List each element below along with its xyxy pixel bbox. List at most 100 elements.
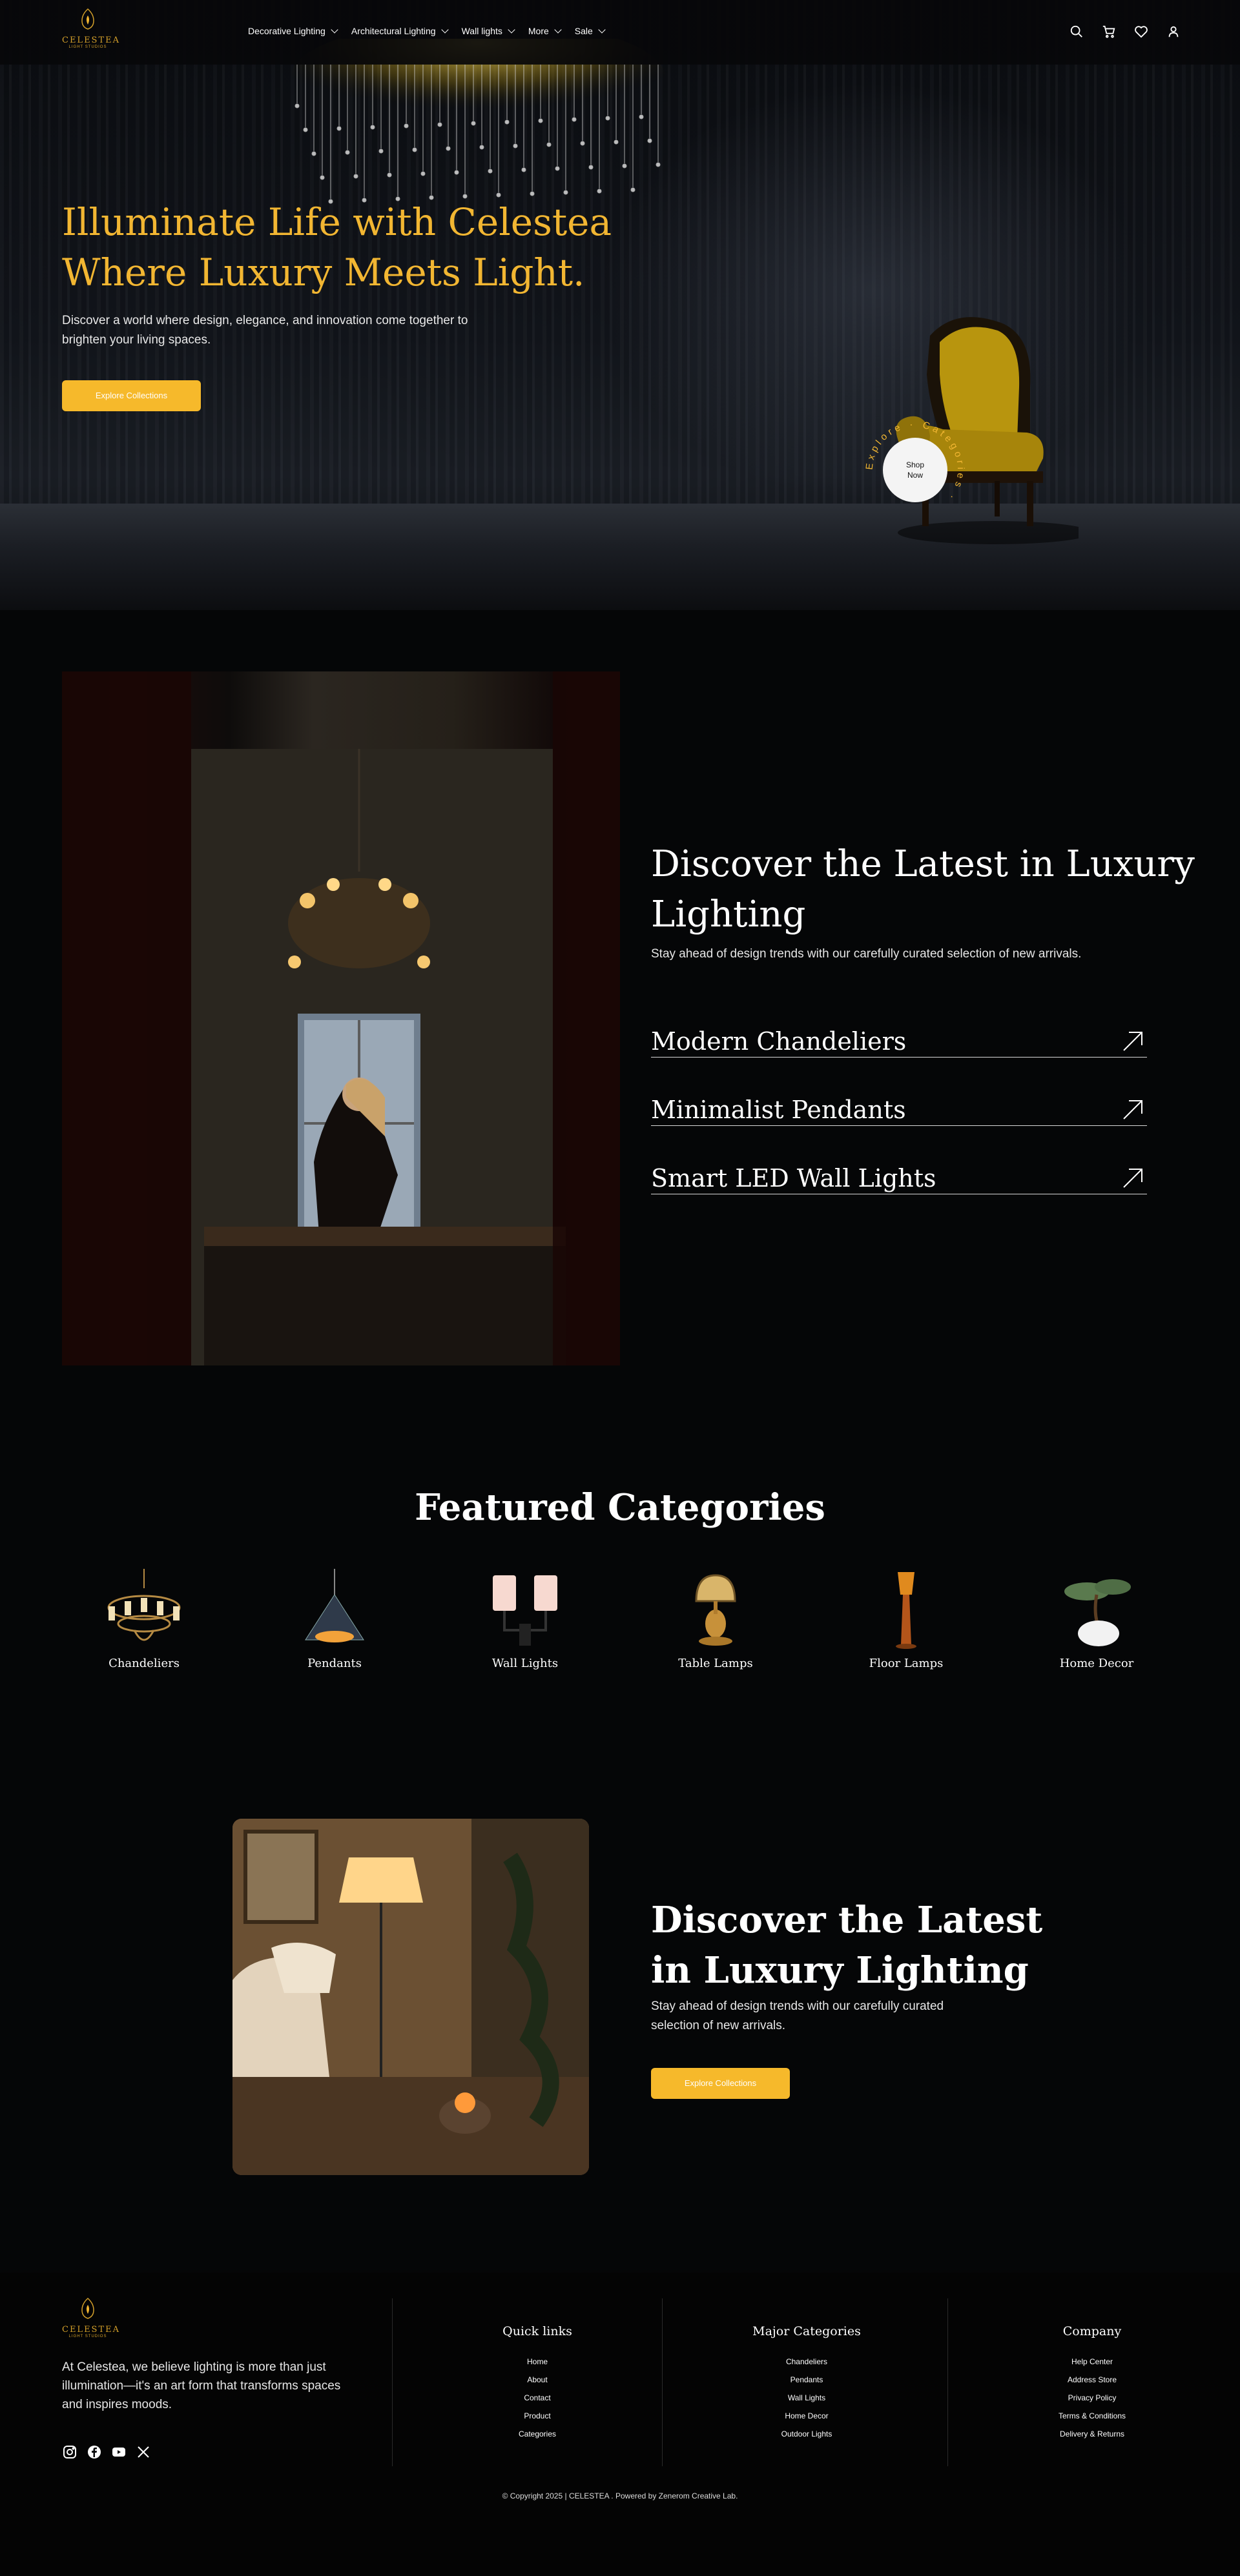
chevron-down-icon bbox=[331, 26, 338, 34]
x-icon[interactable] bbox=[136, 2444, 151, 2460]
nav-label: More bbox=[528, 26, 549, 36]
wall-sconce-icon bbox=[493, 1575, 557, 1646]
footer-major-categories: Major Categories Chandeliers Pendants Wa… bbox=[710, 2324, 904, 2443]
discover-subtitle: Stay ahead of design trends with our car… bbox=[651, 947, 1082, 961]
category-label: Floor Lamps bbox=[869, 1657, 944, 1670]
hero-title-line-1: Illuminate Life with Celestea bbox=[62, 200, 612, 244]
footer-link-pendants[interactable]: Pendants bbox=[710, 2371, 904, 2389]
discover2-title-line-2: in Luxury Lighting bbox=[651, 1949, 1029, 1992]
nav-label: Sale bbox=[574, 26, 593, 36]
hero-title: Illuminate Life with Celestea Where Luxu… bbox=[62, 197, 612, 298]
bulb-logo-icon bbox=[81, 2297, 94, 2319]
footer-divider bbox=[662, 2298, 663, 2466]
category-floor-lamps[interactable]: Floor Lamps bbox=[848, 1569, 964, 1670]
footer-brand-tagline: LIGHT STUDIOS bbox=[68, 2335, 107, 2338]
header-actions bbox=[1070, 25, 1181, 39]
nav-label: Decorative Lighting bbox=[248, 26, 326, 36]
chevron-down-icon bbox=[554, 26, 562, 34]
nav-more[interactable]: More bbox=[528, 26, 562, 36]
shop-now-label-1: Shop bbox=[905, 460, 925, 469]
link-label: Smart LED Wall Lights bbox=[651, 1164, 936, 1192]
nav-decorative-lighting[interactable]: Decorative Lighting bbox=[248, 26, 338, 36]
copyright-text: © Copyright 2025 | CELESTEA . Powered by… bbox=[502, 2491, 738, 2500]
footer-column-title: Company bbox=[1062, 2324, 1122, 2338]
footer-link-help-center[interactable]: Help Center bbox=[995, 2353, 1189, 2371]
nav-architectural-lighting[interactable]: Architectural Lighting bbox=[351, 26, 449, 36]
footer-link-terms[interactable]: Terms & Conditions bbox=[995, 2407, 1189, 2425]
category-wall-lights[interactable]: Wall Lights bbox=[467, 1569, 583, 1670]
category-chandeliers[interactable]: Chandeliers bbox=[86, 1569, 202, 1670]
discover-title-line-1: Discover the Latest in Luxury bbox=[651, 843, 1195, 885]
footer-link-wall-lights[interactable]: Wall Lights bbox=[710, 2389, 904, 2407]
facebook-icon[interactable] bbox=[87, 2444, 102, 2460]
brand-logo[interactable]: CELESTEA LIGHT STUDIOS bbox=[62, 8, 121, 57]
bonsai-decor-icon bbox=[1064, 1579, 1131, 1646]
woman-chandelier-room-image bbox=[62, 671, 620, 1365]
category-label: Pendants bbox=[307, 1657, 362, 1670]
category-pendants[interactable]: Pendants bbox=[276, 1569, 393, 1670]
discover2-title-line-1: Discover the Latest bbox=[651, 1899, 1043, 1941]
footer-link-categories[interactable]: Categories bbox=[440, 2425, 634, 2443]
hero-section: Illuminate Life with Celestea Where Luxu… bbox=[0, 0, 1240, 610]
footer-divider bbox=[947, 2298, 948, 2466]
youtube-icon[interactable] bbox=[111, 2444, 127, 2460]
footer-column-title: Quick links bbox=[502, 2324, 572, 2338]
arrow-up-right-icon bbox=[1123, 1169, 1142, 1188]
link-minimalist-pendants[interactable]: Minimalist Pendants bbox=[651, 1095, 1147, 1126]
bulb-logo-icon bbox=[81, 8, 94, 30]
footer-link-contact[interactable]: Contact bbox=[440, 2389, 634, 2407]
floor-lamp-icon bbox=[896, 1572, 916, 1649]
category-label: Table Lamps bbox=[678, 1657, 753, 1670]
footer-link-outdoor-lights[interactable]: Outdoor Lights bbox=[710, 2425, 904, 2443]
floor-lamp-room-image bbox=[232, 1819, 589, 2175]
chevron-down-icon bbox=[440, 26, 449, 34]
footer-link-delivery-returns[interactable]: Delivery & Returns bbox=[995, 2425, 1189, 2443]
footer-link-product[interactable]: Product bbox=[440, 2407, 634, 2425]
social-links bbox=[62, 2444, 151, 2460]
heart-icon[interactable] bbox=[1134, 25, 1148, 39]
link-smart-led-wall-lights[interactable]: Smart LED Wall Lights bbox=[651, 1163, 1147, 1194]
footer-link-home-decor[interactable]: Home Decor bbox=[710, 2407, 904, 2425]
chevron-down-icon bbox=[508, 26, 515, 34]
discover2-subtitle: Stay ahead of design trends with our car… bbox=[651, 1999, 944, 2032]
footer-about-text: At Celestea, we believe lighting is more… bbox=[62, 2360, 341, 2411]
footer-link-address-store[interactable]: Address Store bbox=[995, 2371, 1189, 2389]
footer-link-privacy-policy[interactable]: Privacy Policy bbox=[995, 2389, 1189, 2407]
category-table-lamps[interactable]: Table Lamps bbox=[657, 1569, 774, 1670]
nav-label: Wall lights bbox=[461, 26, 502, 36]
nav-sale[interactable]: Sale bbox=[574, 26, 606, 36]
hero-title-line-2: Where Luxury Meets Light. bbox=[62, 250, 585, 294]
table-lamp-icon bbox=[695, 1574, 736, 1646]
category-home-decor[interactable]: Home Decor bbox=[1038, 1569, 1155, 1670]
arrow-up-right-icon bbox=[1123, 1032, 1142, 1051]
link-label: Minimalist Pendants bbox=[651, 1096, 906, 1124]
site-header: CELESTEA LIGHT STUDIOS Decorative Lighti… bbox=[0, 0, 1240, 65]
footer-link-chandeliers[interactable]: Chandeliers bbox=[710, 2353, 904, 2371]
footer-divider bbox=[392, 2298, 393, 2466]
main-nav: Decorative Lighting Architectural Lighti… bbox=[248, 26, 606, 36]
category-label: Chandeliers bbox=[108, 1657, 180, 1670]
footer-link-about[interactable]: About bbox=[440, 2371, 634, 2389]
category-label: Wall Lights bbox=[491, 1657, 559, 1670]
footer-brand-name: CELESTEA bbox=[62, 2325, 121, 2335]
cart-icon[interactable] bbox=[1102, 25, 1116, 39]
footer-logo[interactable]: CELESTEA LIGHT STUDIOS bbox=[62, 2297, 121, 2340]
search-icon[interactable] bbox=[1070, 25, 1084, 39]
instagram-icon[interactable] bbox=[62, 2444, 78, 2460]
pendant-lamp-icon bbox=[305, 1569, 364, 1642]
footer-company: Company Help Center Address Store Privac… bbox=[995, 2324, 1189, 2443]
hero-subtitle: Discover a world where design, elegance,… bbox=[62, 314, 468, 347]
link-label: Modern Chandeliers bbox=[651, 1027, 907, 1056]
explore-collections-button[interactable]: Explore Collections bbox=[62, 380, 201, 411]
link-modern-chandeliers[interactable]: Modern Chandeliers bbox=[651, 1027, 1147, 1058]
explore-collections-button-2[interactable]: Explore Collections bbox=[651, 2068, 790, 2099]
footer-quick-links: Quick links Home About Contact Product C… bbox=[440, 2324, 634, 2443]
footer-link-home[interactable]: Home bbox=[440, 2353, 634, 2371]
nav-label: Architectural Lighting bbox=[351, 26, 436, 36]
nav-wall-lights[interactable]: Wall lights bbox=[461, 26, 515, 36]
chandelier-icon bbox=[107, 1569, 181, 1641]
shop-now-circle-button[interactable]: Shop Now bbox=[883, 438, 947, 502]
brand-name: CELESTEA bbox=[62, 36, 121, 45]
user-icon[interactable] bbox=[1166, 25, 1181, 39]
shop-now-label-2: Now bbox=[907, 471, 923, 480]
